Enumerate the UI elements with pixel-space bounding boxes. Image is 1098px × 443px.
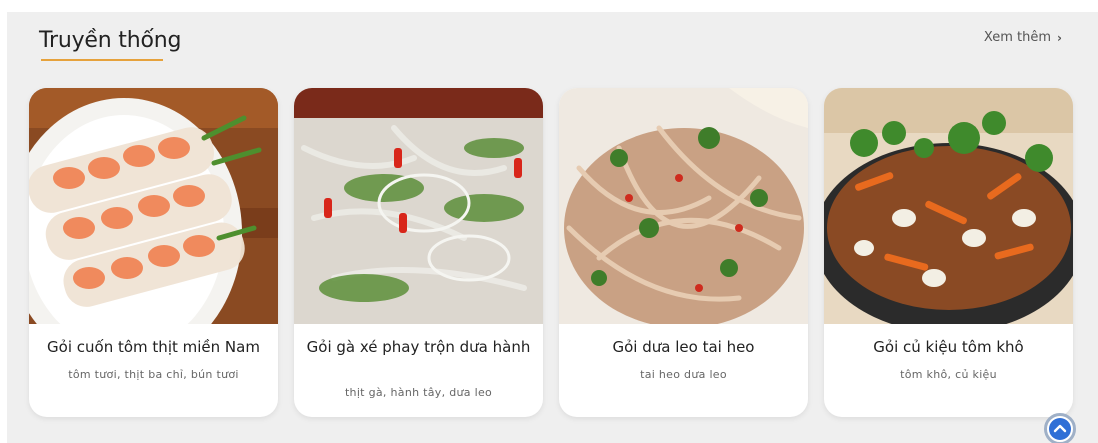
dish-image	[559, 88, 808, 324]
section-title: Truyền thống	[39, 28, 182, 53]
dish-ingredients: tôm tươi, thịt ba chỉ, bún tươi	[68, 368, 239, 381]
dish-name: Gỏi củ kiệu tôm khô	[873, 338, 1024, 356]
dish-card[interactable]: Gỏi củ kiệu tôm khô tôm khô, củ kiệu	[824, 88, 1073, 417]
chevron-right-icon: ›	[1057, 30, 1062, 45]
dish-name: Gỏi cuốn tôm thịt miền Nam	[47, 338, 260, 356]
dish-name: Gỏi gà xé phay trộn dưa hành	[306, 338, 531, 356]
see-more-link[interactable]: Xem thêm ›	[984, 30, 1062, 45]
see-more-label: Xem thêm	[983, 30, 1052, 45]
dish-name: Gỏi dưa leo tai heo	[612, 338, 755, 356]
scroll-to-top-button[interactable]	[1044, 413, 1076, 443]
scroll-to-top-icon	[1049, 418, 1071, 440]
dish-ingredients: tai heo dưa leo	[640, 368, 727, 381]
dish-card[interactable]: Gỏi dưa leo tai heo tai heo dưa leo	[559, 88, 808, 417]
dish-card[interactable]: Gỏi gà xé phay trộn dưa hành thịt gà, hà…	[294, 88, 543, 417]
dish-image	[29, 88, 278, 324]
dish-card[interactable]: Gỏi cuốn tôm thịt miền Nam tôm tươi, thị…	[29, 88, 278, 417]
title-underline	[41, 59, 163, 61]
dish-cards: Gỏi cuốn tôm thịt miền Nam tôm tươi, thị…	[29, 88, 1077, 417]
dish-image	[294, 88, 543, 324]
dish-ingredients: tôm khô, củ kiệu	[900, 368, 997, 381]
traditional-section: Truyền thống Xem thêm › Gỏi cuốn tôm thị…	[7, 12, 1098, 443]
dish-ingredients: thịt gà, hành tây, dưa leo	[344, 386, 493, 399]
dish-image	[824, 88, 1073, 324]
